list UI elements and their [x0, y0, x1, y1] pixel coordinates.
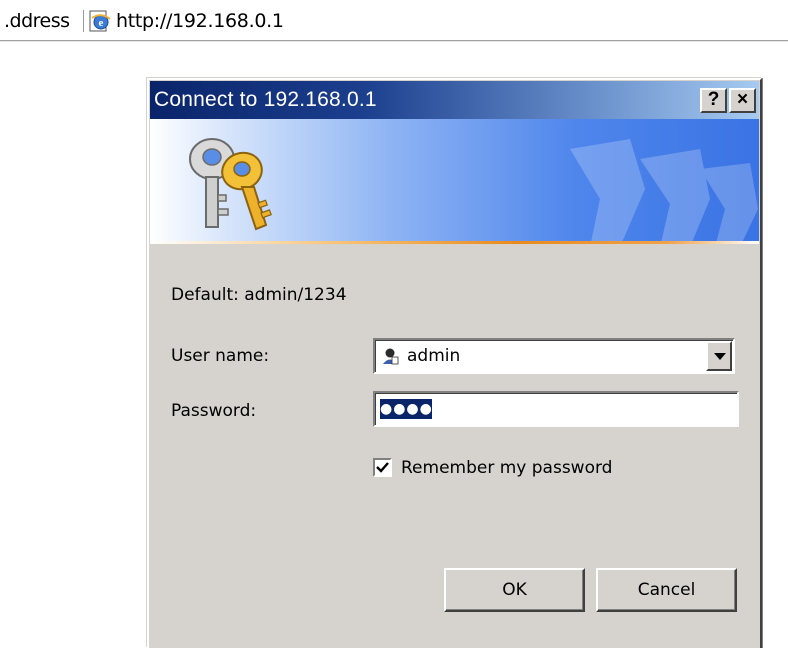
- ie-page-icon: e: [89, 10, 111, 32]
- keys-icon: [189, 138, 272, 231]
- user-name-combobox[interactable]: admin: [373, 338, 735, 374]
- address-label: .ddress: [0, 10, 84, 32]
- address-field[interactable]: e http://192.168.0.1: [86, 9, 788, 34]
- chevron-down-icon[interactable]: [706, 341, 732, 371]
- help-button[interactable]: ?: [700, 88, 727, 113]
- close-button[interactable]: ×: [729, 88, 756, 113]
- address-bar: .ddress e http://192.168.0.1: [0, 0, 788, 42]
- remember-password-label[interactable]: Remember my password: [401, 457, 612, 479]
- login-dialog: Connect to 192.168.0.1 ? × Default: admi…: [147, 78, 762, 648]
- checkmark-icon: [376, 462, 389, 473]
- banner-accent-line: [150, 241, 759, 244]
- address-divider: [0, 40, 788, 42]
- remember-password-checkbox[interactable]: [373, 458, 392, 477]
- password-mask: ●●●●: [380, 399, 433, 419]
- cancel-button[interactable]: Cancel: [596, 568, 737, 612]
- password-label: Password:: [171, 401, 257, 421]
- user-name-value[interactable]: admin: [407, 346, 460, 366]
- ok-button[interactable]: OK: [444, 568, 585, 612]
- default-credentials-text: Default: admin/1234: [171, 285, 347, 305]
- user-icon: [383, 348, 399, 365]
- dialog-titlebar[interactable]: Connect to 192.168.0.1 ? ×: [150, 81, 759, 119]
- dialog-title: Connect to 192.168.0.1: [154, 88, 377, 111]
- address-url[interactable]: http://192.168.0.1: [116, 10, 284, 32]
- banner-watermark-icon: [570, 139, 758, 243]
- svg-text:e: e: [99, 17, 104, 29]
- dialog-banner: [150, 119, 759, 243]
- password-input[interactable]: ●●●●: [373, 391, 739, 427]
- user-name-label: User name:: [171, 346, 270, 366]
